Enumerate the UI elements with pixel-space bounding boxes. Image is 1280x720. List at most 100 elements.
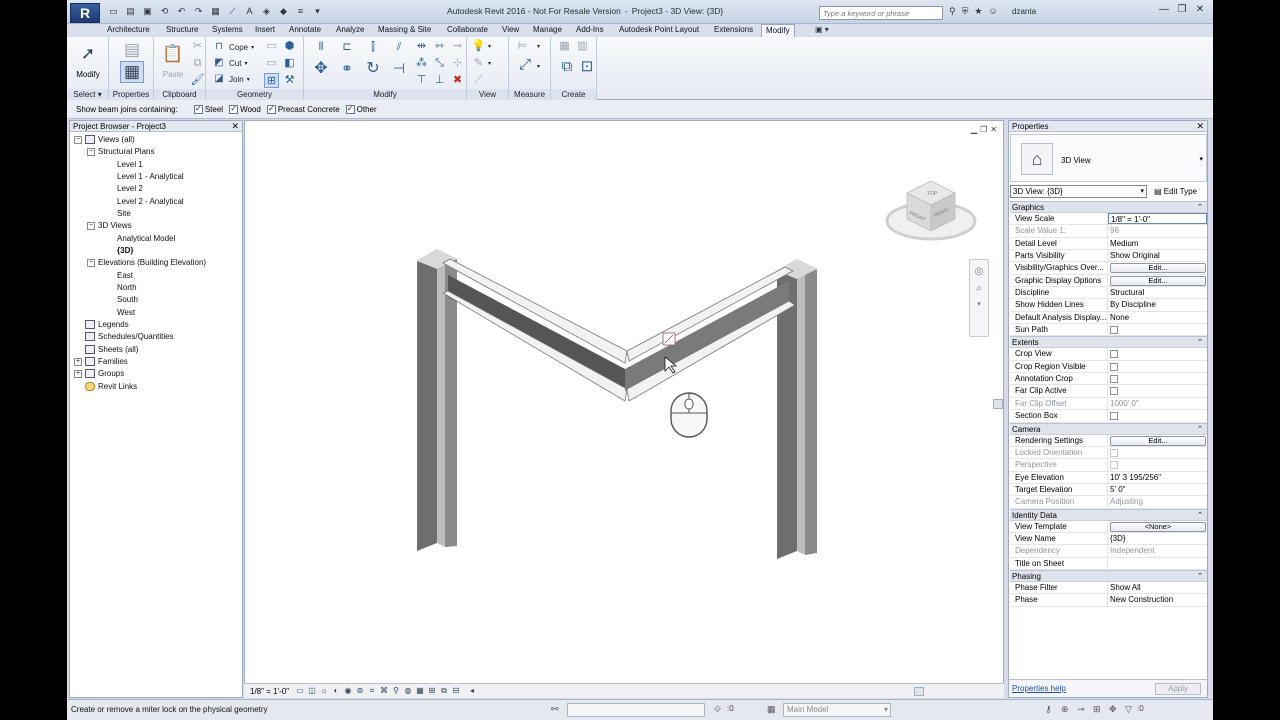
maximize-icon[interactable]: ❐	[1175, 4, 1189, 15]
group-graphics[interactable]: Graphics ⌃	[1010, 201, 1207, 213]
group-extents[interactable]: Extents ⌃	[1010, 336, 1207, 349]
visual-style-icon[interactable]: ◫	[307, 686, 317, 696]
tree-node-west[interactable]: West	[117, 308, 135, 317]
demolish-icon[interactable]: ◧	[282, 56, 297, 71]
copy-clipboard-icon[interactable]: ⧉	[190, 56, 205, 71]
delete-icon[interactable]: ✖	[450, 73, 465, 88]
reveal-hidden-icon[interactable]: ◍	[403, 686, 413, 696]
tree-node-3d-views[interactable]: −3D Views	[87, 221, 132, 230]
type-dropdown-icon[interactable]: ▾	[1199, 155, 1203, 163]
apply-button[interactable]: Apply	[1155, 683, 1201, 695]
select-pinned-icon[interactable]: ⊸	[1077, 703, 1085, 717]
far-clip-checkbox[interactable]	[1110, 387, 1118, 396]
workset-combo[interactable]	[567, 703, 705, 717]
dimension-dropdown-icon[interactable]: ▾	[537, 63, 540, 70]
section-icon[interactable]: ◆	[277, 5, 290, 18]
tree-node-structural-plans[interactable]: − Structural Plans	[87, 147, 154, 156]
select-links-icon[interactable]: ⚷	[1045, 703, 1052, 717]
rotate-icon[interactable]: ↻	[362, 61, 384, 83]
group-phasing[interactable]: Phasing ⌃	[1010, 569, 1207, 582]
scale-icon[interactable]: ⤡	[432, 56, 447, 71]
design-option-combo[interactable]: Main Model ▾	[783, 703, 891, 717]
wall-joins-icon[interactable]: ▭	[264, 56, 279, 71]
minimize-icon[interactable]: —	[1157, 4, 1171, 15]
tree-node-revit-links[interactable]: Revit Links	[85, 382, 137, 392]
subscription-icon[interactable]: ⛨	[962, 6, 969, 17]
view-template-button[interactable]: <None>	[1110, 521, 1206, 532]
tab-architecture[interactable]: Architecture	[107, 24, 150, 37]
collapse-group-icon[interactable]: ⌃	[1197, 571, 1203, 582]
worksets-icon[interactable]: ⚯	[551, 703, 559, 717]
cope-button[interactable]: ⊓ Cope ▾	[212, 40, 254, 54]
detail-level-icon[interactable]: ▭	[295, 686, 305, 696]
split-element-icon[interactable]: ⇹	[414, 39, 429, 54]
show-crop-icon[interactable]: ⌘	[379, 686, 389, 696]
trim-single-icon[interactable]: ⊤	[414, 73, 429, 88]
tree-node-level-1[interactable]: Level 1	[117, 160, 143, 169]
select-by-face-icon[interactable]: ⊞	[1093, 703, 1101, 717]
collapse-group-icon[interactable]: ⌃	[1197, 510, 1203, 521]
other-checkbox[interactable]: ✓ Other	[345, 104, 377, 114]
hide-dropdown-icon[interactable]: ▾	[488, 43, 491, 50]
tab-systems[interactable]: Systems	[212, 24, 243, 37]
steel-checkbox[interactable]: ✓ Steel	[193, 104, 223, 114]
sun-path-checkbox[interactable]	[1110, 326, 1118, 335]
highlight-displacement-icon[interactable]: ⧉	[439, 686, 449, 696]
join-button[interactable]: ◪ Join ▾	[212, 72, 249, 86]
target-elevation-field[interactable]: 5' 0"	[1108, 484, 1207, 495]
mirror-draw-icon[interactable]: ⫽	[388, 40, 410, 58]
zoom-region-icon[interactable]: ⌕	[970, 283, 988, 294]
crop-view-checkbox[interactable]	[1110, 350, 1118, 359]
sun-path-icon[interactable]: ☼	[319, 686, 329, 696]
crop-view-icon[interactable]: ⌗	[367, 686, 377, 696]
hidden-lines-field[interactable]: By Discipline	[1108, 299, 1207, 310]
measure-icon[interactable]: ⟋	[226, 5, 239, 18]
properties-close-icon[interactable]: ✕	[1196, 121, 1204, 132]
collapse-icon[interactable]: −	[87, 147, 95, 156]
collapse-icon[interactable]: −	[74, 135, 82, 144]
tree-node-analytical-model[interactable]: Analytical Model	[117, 234, 175, 243]
move-icon[interactable]: ✥	[310, 61, 332, 83]
ribbon-options-icon[interactable]: ▣ ▾	[815, 25, 829, 34]
editing-requests-icon[interactable]: ⟐	[714, 703, 721, 717]
project-browser-close-icon[interactable]: ✕	[231, 121, 239, 132]
wood-checkbox[interactable]: ✓ Wood	[229, 104, 261, 114]
tree-node-level-2[interactable]: Level 2	[117, 184, 143, 193]
view-scale-field[interactable]: 1/8" = 1'-0"	[1108, 213, 1207, 225]
type-selector[interactable]: ⌂ 3D View ▾	[1010, 134, 1207, 182]
beam-column-joins-icon[interactable]: ⊞	[264, 73, 279, 88]
undo-icon[interactable]: ↶	[175, 5, 188, 18]
title-on-sheet-field[interactable]	[1108, 558, 1207, 569]
measure-between-icon[interactable]: ⊨	[515, 39, 530, 54]
trim-extend-icon[interactable]: ⊣	[388, 61, 410, 83]
switch-windows-icon[interactable]: ▾	[311, 5, 324, 18]
hammer-icon[interactable]: ⚒	[282, 73, 297, 88]
rendering-edit-button[interactable]: Edit...	[1110, 435, 1206, 446]
select-panel-title[interactable]: Select ▾	[67, 89, 108, 100]
save-icon[interactable]: ▣	[141, 5, 154, 18]
redo-icon[interactable]: ↷	[192, 5, 205, 18]
temp-hide-icon[interactable]: ⚲	[391, 686, 401, 696]
aligned-dimension-icon[interactable]: ⤢	[515, 57, 535, 77]
view-scale-label[interactable]: 1/8" = 1'-0"	[250, 687, 289, 696]
tree-node-elevations[interactable]: − Elevations (Building Elevation)	[87, 258, 206, 267]
discipline-field[interactable]: Structural	[1108, 287, 1207, 298]
precast-concrete-checkbox[interactable]: ✓ Precast Concrete	[266, 104, 340, 114]
tab-analyze[interactable]: Analyze	[336, 24, 364, 37]
collapse-group-icon[interactable]: ⌃	[1197, 337, 1203, 348]
design-options-icon[interactable]: ▦	[767, 703, 776, 717]
linework-icon[interactable]: ⟋	[471, 73, 486, 88]
collapse-group-icon[interactable]: ⌃	[1197, 424, 1203, 435]
user-icon[interactable]: ☺	[988, 6, 997, 17]
properties-help-link[interactable]: Properties help	[1012, 684, 1066, 693]
constraints-icon[interactable]: ⊟	[451, 686, 461, 696]
tree-node-level-1-analytical[interactable]: Level 1 - Analytical	[117, 172, 184, 181]
tab-structure[interactable]: Structure	[166, 24, 198, 37]
group-camera[interactable]: Camera ⌃	[1010, 422, 1207, 435]
tab-modify[interactable]: Modify	[761, 24, 795, 37]
offset-icon[interactable]: ⊏	[336, 40, 358, 58]
tab-autodesk-point-layout[interactable]: Autodesk Point Layout	[619, 24, 699, 37]
section-box-checkbox[interactable]	[1110, 412, 1118, 421]
pin-icon[interactable]: ⊸	[450, 39, 465, 54]
view-name-field[interactable]: {3D}	[1108, 533, 1207, 544]
